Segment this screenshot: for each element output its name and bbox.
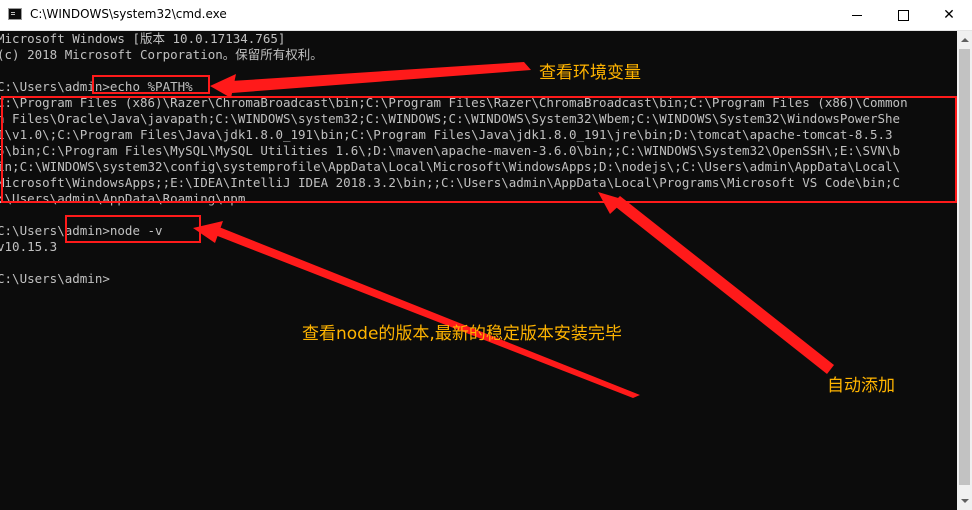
annotation-view-env: 查看环境变量 [539,63,641,83]
annotation-view-node: 查看node的版本,最新的稳定版本安装完毕 [302,324,622,344]
minimize-button[interactable] [834,0,880,30]
scroll-up-arrow-icon[interactable] [957,31,972,48]
path-output-highlight-box [1,96,957,203]
console-line: C:\Users\admin> [0,271,110,286]
console-line: (c) 2018 Microsoft Corporation。保留所有权利。 [0,47,323,62]
echo-path-highlight-box [92,75,210,94]
console-line: v10.15.3 [0,239,58,254]
vertical-scrollbar[interactable] [957,31,972,510]
maximize-button[interactable] [880,0,926,30]
window-title: C:\WINDOWS\system32\cmd.exe [30,7,227,21]
console-line: Microsoft Windows [版本 10.0.17134.765] [0,31,286,46]
scroll-down-arrow-icon[interactable] [957,493,972,510]
close-button[interactable]: ✕ [926,0,972,30]
maximize-icon [897,9,909,21]
close-icon: ✕ [943,7,955,23]
minimize-icon [852,14,862,16]
node-command-highlight-box [65,215,201,243]
scroll-thumb[interactable] [959,49,970,485]
title-bar[interactable]: C:\WINDOWS\system32\cmd.exe ✕ [0,0,972,31]
cmd-app-icon[interactable] [8,8,22,20]
annotation-auto-add: 自动添加 [827,376,895,396]
